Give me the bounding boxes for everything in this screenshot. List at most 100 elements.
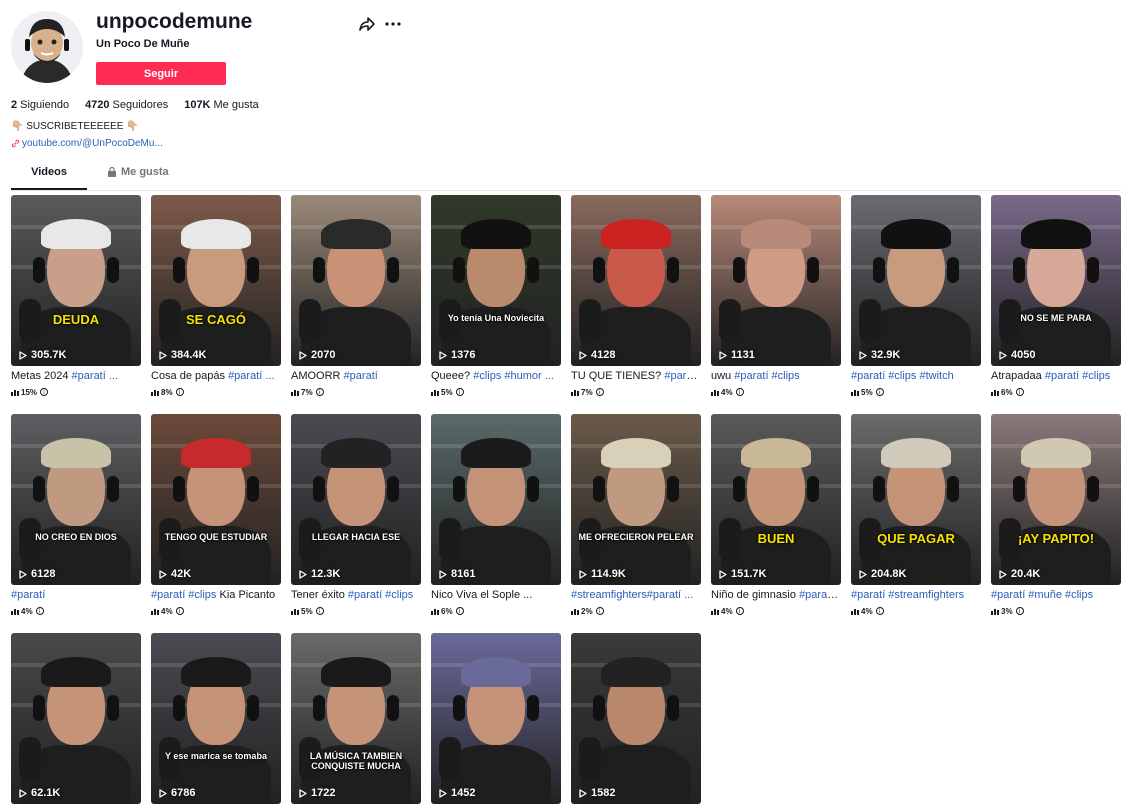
video-card[interactable]: BUEN 151.7K Niño de gimnasio #paratí... 4% i — [711, 414, 841, 616]
video-caption[interactable]: AMOORR #paratí — [291, 370, 421, 384]
video-thumbnail[interactable]: LLEGAR HACIA ESE 12.3K — [291, 414, 421, 585]
video-thumbnail[interactable]: 1452 — [431, 633, 561, 804]
info-icon[interactable]: i — [315, 607, 324, 615]
video-thumbnail[interactable]: BUEN 151.7K — [711, 414, 841, 585]
tab-liked[interactable]: Me gusta — [107, 166, 169, 190]
video-caption[interactable]: #paratí #clips Kia Picanto — [151, 589, 281, 603]
video-card[interactable]: QUE PAGAR 204.8K #paratí #streamfighters 4%… — [851, 414, 981, 616]
info-icon[interactable]: i — [595, 388, 604, 396]
video-thumbnail[interactable]: NO SE ME PARA 4050 — [991, 195, 1121, 366]
video-card[interactable]: NO SE ME PARA 4050 Atrapadaa #paratí #clip… — [991, 195, 1121, 397]
tab-videos[interactable]: Videos — [11, 166, 87, 190]
video-card[interactable]: SE CAGÓ 384.4K Cosa de papás #paratí ... 8%… — [151, 195, 281, 397]
video-card[interactable]: ¡AY PAPITO! 20.4K #paratí #muñe #clips 3% i — [991, 414, 1121, 616]
video-card[interactable]: TENGO QUE ESTUDIAR 42K #paratí #clips Kia … — [151, 414, 281, 616]
follow-button[interactable]: Seguir — [96, 62, 226, 85]
share-icon[interactable] — [358, 15, 376, 33]
video-thumbnail[interactable]: Yo tenía Una Noviecita 1376 — [431, 195, 561, 366]
caption-hashtags[interactable]: #paratí #clips — [151, 589, 216, 601]
video-card[interactable]: 1452 — [431, 633, 561, 804]
video-thumbnail[interactable]: 1131 — [711, 195, 841, 366]
caption-hashtags[interactable]: #paratí #clips #twitch — [851, 370, 954, 382]
video-caption[interactable]: TU QUE TIENES? #paratí ... — [571, 370, 701, 384]
caption-hashtags[interactable]: #paratí — [344, 370, 378, 382]
info-icon[interactable]: i — [1015, 388, 1024, 396]
video-thumbnail[interactable]: ¡AY PAPITO! 20.4K — [991, 414, 1121, 585]
video-thumbnail[interactable]: 2070 — [291, 195, 421, 366]
caption-hashtags[interactable]: #streamfighters#paratí ... — [571, 589, 693, 601]
video-card[interactable]: 62.1K — [11, 633, 141, 804]
video-thumbnail[interactable]: QUE PAGAR 204.8K — [851, 414, 981, 585]
info-icon[interactable]: i — [875, 607, 884, 615]
profile-link[interactable]: youtube.com/@UnPocoDeMu... — [11, 138, 163, 149]
view-count: 384.4K — [159, 349, 206, 361]
caption-hashtags[interactable]: #paratí #clips — [1045, 370, 1110, 382]
caption-hashtags[interactable]: #paratí... — [799, 589, 841, 601]
caption-hashtags[interactable]: #paratí — [11, 589, 45, 601]
profile-avatar[interactable] — [11, 11, 83, 83]
video-thumbnail[interactable]: TENGO QUE ESTUDIAR 42K — [151, 414, 281, 585]
video-card[interactable]: LLEGAR HACIA ESE 12.3K Tener éxito #paratí… — [291, 414, 421, 616]
followers-stat[interactable]: 4720 Seguidores — [85, 99, 168, 111]
video-caption[interactable]: Tener éxito #paratí #clips — [291, 589, 421, 603]
video-card[interactable]: 8161 Nico Viva el Sople ... 6% i — [431, 414, 561, 616]
caption-hashtags[interactable]: #paratí ... — [228, 370, 274, 382]
info-icon[interactable]: i — [1015, 607, 1024, 615]
info-icon[interactable]: i — [175, 388, 184, 396]
following-stat[interactable]: 2 Siguiendo — [11, 99, 69, 111]
caption-hashtags[interactable]: #paratí #clips — [734, 370, 799, 382]
info-icon[interactable]: i — [455, 607, 464, 615]
caption-hashtags[interactable]: #paratí ... — [664, 370, 701, 382]
video-card[interactable]: 1582 — [571, 633, 701, 804]
video-caption[interactable]: uwu #paratí #clips — [711, 370, 841, 384]
video-caption[interactable]: Cosa de papás #paratí ... — [151, 370, 281, 384]
video-thumbnail[interactable]: SE CAGÓ 384.4K — [151, 195, 281, 366]
video-card[interactable]: 32.9K #paratí #clips #twitch 5% i — [851, 195, 981, 397]
info-icon[interactable]: i — [455, 388, 464, 396]
more-options-icon[interactable] — [384, 15, 402, 33]
video-card[interactable]: Yo tenía Una Noviecita 1376 Queee? #clips … — [431, 195, 561, 397]
video-card[interactable]: Y ese marica se tomaba 6786 — [151, 633, 281, 804]
info-icon[interactable]: i — [40, 388, 49, 396]
video-caption[interactable]: Nico Viva el Sople ... — [431, 589, 561, 603]
video-caption[interactable]: Atrapadaa #paratí #clips — [991, 370, 1121, 384]
info-icon[interactable]: i — [735, 607, 744, 615]
video-caption[interactable]: #streamfighters#paratí ... — [571, 589, 701, 603]
caption-hashtags[interactable]: #paratí #streamfighters — [851, 589, 964, 601]
video-thumbnail[interactable]: 4128 — [571, 195, 701, 366]
info-icon[interactable]: i — [175, 607, 184, 615]
video-caption[interactable]: Queee? #clips #humor ... — [431, 370, 561, 384]
caption-hashtags[interactable]: #paratí ... — [72, 370, 118, 382]
info-icon[interactable]: i — [35, 607, 44, 615]
video-caption[interactable]: #paratí — [11, 589, 141, 603]
video-card[interactable]: ME OFRECIERON PELEAR 114.9K #streamfighter… — [571, 414, 701, 616]
video-thumbnail[interactable]: NO CREO EN DIOS 6128 — [11, 414, 141, 585]
info-icon[interactable]: i — [875, 388, 884, 396]
video-thumbnail[interactable]: 32.9K — [851, 195, 981, 366]
video-thumbnail[interactable]: 1582 — [571, 633, 701, 804]
video-card[interactable]: 2070 AMOORR #paratí 7% i — [291, 195, 421, 397]
video-thumbnail[interactable]: ME OFRECIERON PELEAR 114.9K — [571, 414, 701, 585]
video-card[interactable]: LA MÚSICA TAMBIEN CONQUISTE MUCHA 1722 — [291, 633, 421, 804]
video-thumbnail[interactable]: 62.1K — [11, 633, 141, 804]
video-caption[interactable]: #paratí #streamfighters — [851, 589, 981, 603]
video-card[interactable]: DEUDA 305.7K Metas 2024 #paratí ... 15% i — [11, 195, 141, 397]
video-thumbnail[interactable]: LA MÚSICA TAMBIEN CONQUISTE MUCHA 1722 — [291, 633, 421, 804]
video-card[interactable]: NO CREO EN DIOS 6128 #paratí 4% i — [11, 414, 141, 616]
caption-hashtags[interactable]: #paratí #clips — [348, 589, 413, 601]
info-icon[interactable]: i — [735, 388, 744, 396]
caption-hashtags[interactable]: #clips #humor ... — [473, 370, 554, 382]
info-icon[interactable]: i — [315, 388, 324, 396]
video-overlay-text: LA MÚSICA TAMBIEN CONQUISTE MUCHA — [309, 751, 403, 771]
video-card[interactable]: 4128 TU QUE TIENES? #paratí ... 7%i — [571, 195, 701, 397]
video-caption[interactable]: Metas 2024 #paratí ... — [11, 370, 141, 384]
video-thumbnail[interactable]: 8161 — [431, 414, 561, 585]
video-caption[interactable]: Niño de gimnasio #paratí... — [711, 589, 841, 603]
video-card[interactable]: 1131 uwu #paratí #clips 4% i — [711, 195, 841, 397]
info-icon[interactable]: i — [595, 607, 604, 615]
video-caption[interactable]: #paratí #muñe #clips — [991, 589, 1121, 603]
video-thumbnail[interactable]: DEUDA 305.7K — [11, 195, 141, 366]
caption-hashtags[interactable]: #paratí #muñe #clips — [991, 589, 1093, 601]
video-caption[interactable]: #paratí #clips #twitch — [851, 370, 981, 384]
video-thumbnail[interactable]: Y ese marica se tomaba 6786 — [151, 633, 281, 804]
